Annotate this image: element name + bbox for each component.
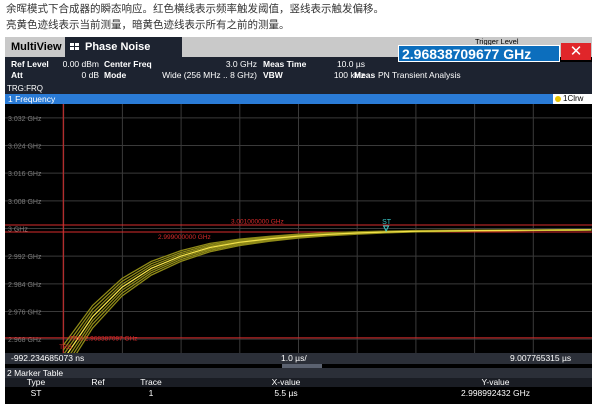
settings-panel-extension: Meas PN Transient Analysis	[354, 62, 592, 83]
cell-trace: 1	[148, 388, 154, 398]
mode-value[interactable]: Wide (256 MHz .. 8 GHz)	[150, 70, 257, 80]
x-axis-division: 1.0 µs/	[281, 353, 307, 363]
diagram-title: 1 Frequency	[8, 94, 56, 104]
meas-time-label: Meas Time	[263, 59, 307, 69]
column-ref: Ref	[91, 377, 105, 387]
trigger-level-input[interactable]: 2.96838709677 GHz	[398, 45, 560, 62]
cell-x-value: 5.5 µs	[274, 388, 298, 398]
trace-mode-label: 1Clrw	[563, 94, 584, 103]
cell-type: ST	[30, 388, 42, 398]
mode-label: Mode	[104, 70, 127, 80]
y-tick-label: 3.032 GHz	[8, 116, 42, 123]
trace-color-icon	[555, 96, 561, 102]
frequency-chart: 3.032 GHz3.024 GHz3.016 GHz3.008 GHz3 GH…	[5, 104, 592, 353]
x-axis-start: -992.234685073 ns	[11, 353, 85, 363]
meas-value[interactable]: PN Transient Analysis	[378, 70, 461, 80]
center-freq-value[interactable]: 3.0 GHz	[200, 59, 257, 69]
persistence-trace	[75, 229, 592, 353]
persistence-trace	[62, 229, 592, 346]
meas-time-value[interactable]: 10.0 µs	[305, 59, 365, 69]
tab-phase-noise-label: Phase Noise	[85, 41, 151, 53]
marker-table-columns: Type Ref Trace X-value Y-value	[5, 378, 592, 387]
x-axis-bar: -992.234685073 ns 1.0 µs/ 9.007765315 µs	[5, 353, 592, 364]
vbw-label: VBW	[263, 70, 283, 80]
column-trace: Trace	[140, 377, 162, 387]
persistence-trace	[62, 229, 592, 351]
upper-threshold-label: 3.001000000 GHz	[231, 219, 284, 226]
y-tick-label: 3.024 GHz	[8, 144, 42, 151]
persistence-trace	[70, 229, 592, 353]
tab-phase-noise[interactable]: Phase Noise	[65, 37, 182, 57]
persistence-trace	[63, 229, 592, 353]
att-value[interactable]: 0 dB	[49, 70, 100, 80]
ref-level-value[interactable]: 0.00 dBm	[49, 59, 99, 69]
trigger-level-label: TRG 2.968387097 GHz	[69, 335, 137, 342]
marker-label: ST	[382, 219, 392, 226]
column-y-value: Y-value	[481, 377, 510, 387]
frequency-plot[interactable]: 3.032 GHz 3.024 GHz 3.016 GHz 3.008 GHz 3 GH…	[5, 104, 592, 353]
lower-threshold-label: 2.999000000 GHz	[158, 234, 211, 241]
x-axis-stop: 9.007765315 µs	[510, 353, 572, 363]
trigger-source-text: TRG:FRQ	[7, 84, 43, 93]
y-tick-label: 2.976 GHz	[8, 310, 42, 317]
trg-marker-label: TRG	[59, 345, 72, 351]
y-tick-label: 2.992 GHz	[8, 254, 42, 261]
y-tick-label: 2.984 GHz	[8, 282, 42, 289]
trigger-level-value: 2.96838709677 GHz	[402, 46, 532, 62]
cell-y-value: 2.998992432 GHz	[461, 388, 530, 398]
center-freq-label: Center Freq	[104, 59, 152, 69]
close-icon: ✕	[569, 43, 583, 60]
column-type: Type	[26, 377, 46, 387]
trigger-source-bar: TRG:FRQ	[5, 83, 592, 94]
y-tick-label: 3.016 GHz	[8, 171, 42, 178]
table-row[interactable]: ST 1 5.5 µs 2.998992432 GHz	[5, 388, 592, 398]
close-button[interactable]: ✕	[561, 43, 591, 60]
persistence-trace	[67, 229, 592, 353]
att-label: Att	[11, 70, 23, 80]
trace-mode-badge[interactable]: 1Clrw	[553, 94, 592, 104]
diagram-header[interactable]: 1 Frequency 1Clrw	[5, 94, 592, 104]
caption-line-2: 亮黄色迹线表示当前测量，暗黄色迹线表示所有之前的测量。	[6, 19, 290, 31]
current-trace	[67, 229, 592, 353]
column-x-value: X-value	[271, 377, 301, 387]
ref-level-label: Ref Level	[11, 59, 49, 69]
caption-line-1: 余晖模式下合成器的瞬态响应。红色横线表示频率触发阈值，竖线表示触发偏移。	[6, 3, 384, 15]
tab-multiview[interactable]: MultiView	[5, 37, 68, 57]
settings-panel: Ref Level 0.00 dBm Att 0 dB Center Freq …	[5, 57, 398, 83]
analyzer-window: MultiView Phase Noise Trigger Level Ref …	[5, 37, 592, 404]
persistence-trace	[73, 229, 592, 353]
y-tick-label: 3.008 GHz	[8, 199, 42, 206]
grid-icon	[70, 43, 79, 51]
meas-label: Meas	[354, 70, 376, 80]
